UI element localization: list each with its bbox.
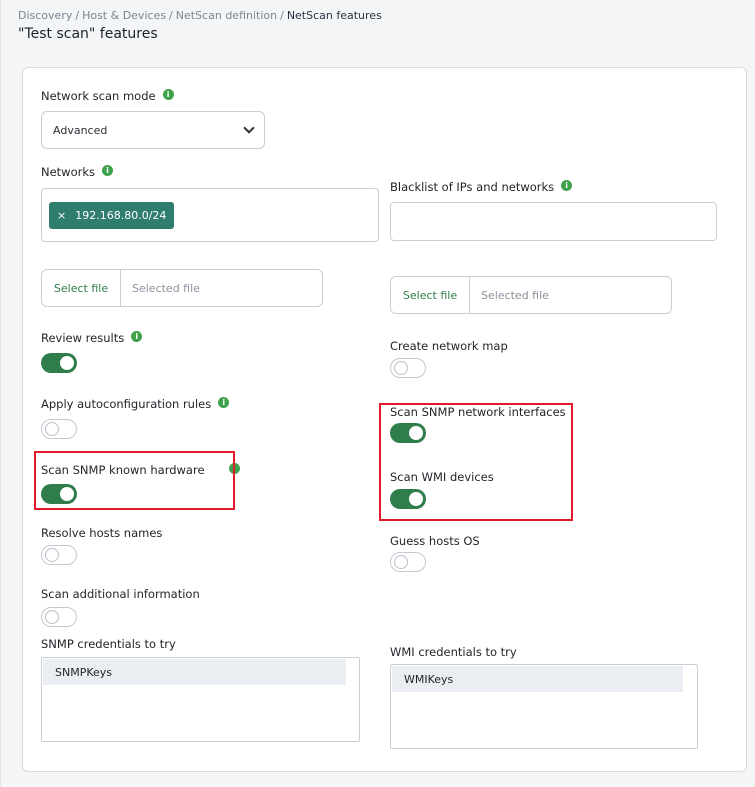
resolve-hosts-label: Resolve hosts names (41, 526, 163, 540)
toggle-knob (45, 610, 59, 624)
toggle-knob (394, 361, 408, 375)
networks-input[interactable]: × 192.168.80.0/24 (41, 188, 379, 242)
selected-file-text: Selected file (481, 288, 549, 302)
list-item[interactable]: WMIKeys (392, 666, 683, 692)
guess-hosts-os-label: Guess hosts OS (390, 534, 480, 548)
toggle-knob (60, 356, 74, 370)
review-results-label: Review results i (41, 331, 143, 345)
breadcrumb-host-devices[interactable]: Host & Devices (82, 9, 166, 22)
info-icon[interactable]: i (561, 180, 573, 191)
breadcrumb-separator: / (280, 9, 284, 22)
blacklist-input[interactable] (390, 202, 717, 241)
breadcrumb-separator: / (75, 9, 80, 22)
info-icon[interactable]: i (131, 331, 143, 342)
file-picker-left: Select file Selected file (41, 269, 323, 307)
apply-autoconfig-label-text: Apply autoconfiguration rules (41, 397, 212, 411)
list-item[interactable]: SNMPKeys (43, 659, 346, 685)
close-icon[interactable]: × (57, 209, 66, 222)
breadcrumb: Discovery / Host & Devices / NetScan definit… (18, 9, 382, 22)
network-chip[interactable]: × 192.168.80.0/24 (49, 202, 175, 229)
snmp-credentials-label: SNMP credentials to try (41, 637, 176, 651)
apply-autoconfig-toggle[interactable] (41, 419, 77, 439)
create-network-map-label: Create network map (390, 339, 508, 353)
blacklist-label-text: Blacklist of IPs and networks (390, 180, 555, 194)
page: Discovery / Host & Devices / NetScan definit… (0, 0, 755, 787)
networks-label-text: Networks (41, 165, 96, 179)
page-title: "Test scan" features (18, 26, 158, 42)
info-icon[interactable]: i (102, 165, 114, 176)
network-scan-mode-label-text: Network scan mode (41, 89, 156, 103)
network-chip-label: 192.168.80.0/24 (75, 209, 167, 222)
breadcrumb-discovery[interactable]: Discovery (18, 9, 72, 22)
info-icon[interactable]: i (162, 89, 174, 100)
wmi-credentials-label: WMI credentials to try (390, 645, 517, 659)
network-scan-mode-label: Network scan mode i (41, 89, 174, 103)
file-picker-right: Select file Selected file (390, 276, 672, 314)
guess-hosts-os-toggle[interactable] (390, 552, 426, 572)
toggle-knob (45, 548, 59, 562)
blacklist-label: Blacklist of IPs and networks i (390, 180, 573, 194)
networks-label: Networks i (41, 165, 114, 179)
toggle-knob (45, 422, 59, 436)
wmi-credentials-list[interactable]: WMIKeys (390, 664, 698, 749)
breadcrumb-current: NetScan features (286, 9, 382, 22)
select-file-button[interactable]: Select file (391, 277, 470, 313)
create-network-map-toggle[interactable] (390, 358, 426, 378)
select-file-button[interactable]: Select file (42, 270, 121, 306)
selected-file-text: Selected file (132, 281, 200, 295)
network-scan-mode-value: Advanced (53, 123, 108, 137)
breadcrumb-netscan-definition[interactable]: NetScan definition (176, 9, 277, 22)
highlight-box (34, 451, 235, 510)
apply-autoconfig-label: Apply autoconfiguration rules i (41, 397, 230, 411)
toggle-knob (394, 555, 408, 569)
snmp-credentials-list[interactable]: SNMPKeys (41, 657, 360, 742)
resolve-hosts-toggle[interactable] (41, 545, 77, 565)
network-scan-mode-select[interactable]: Advanced (41, 111, 265, 149)
review-results-toggle[interactable] (41, 353, 77, 373)
highlight-box (379, 403, 573, 521)
review-results-label-text: Review results (41, 331, 125, 345)
chevron-down-icon (243, 122, 255, 134)
breadcrumb-separator: / (169, 9, 173, 22)
scan-additional-label: Scan additional information (41, 587, 200, 601)
scan-additional-toggle[interactable] (41, 607, 77, 627)
info-icon[interactable]: i (218, 397, 230, 408)
